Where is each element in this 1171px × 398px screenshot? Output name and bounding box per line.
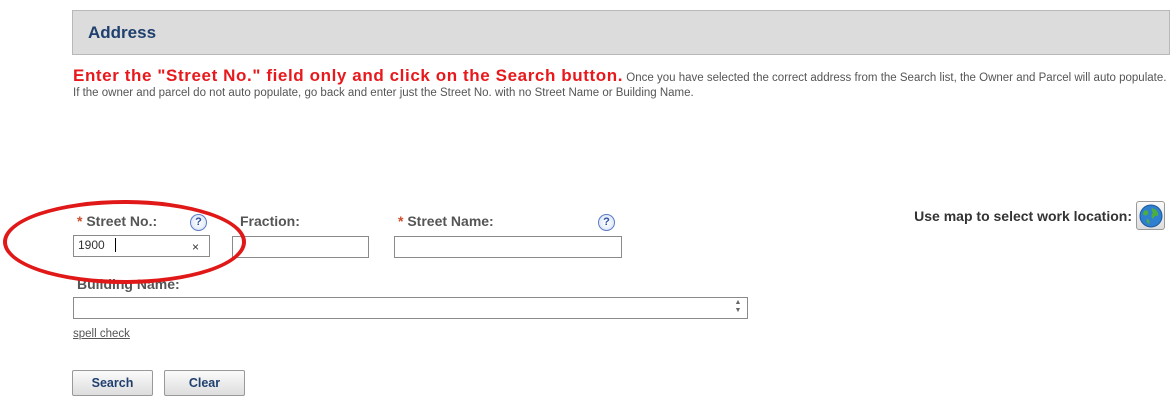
fraction-input[interactable] bbox=[232, 236, 369, 258]
clear-button[interactable]: Clear bbox=[164, 370, 245, 396]
map-select-row: Use map to select work location: bbox=[914, 201, 1165, 230]
instruction-warning: Enter the "Street No." field only and cl… bbox=[73, 66, 624, 85]
map-select-label: Use map to select work location: bbox=[914, 207, 1132, 224]
street-no-label-text: Street No.: bbox=[86, 213, 158, 229]
clear-input-icon[interactable]: × bbox=[192, 240, 199, 254]
street-name-label: * Street Name: bbox=[398, 213, 494, 229]
instructions: Enter the "Street No." field only and cl… bbox=[73, 66, 1168, 101]
address-section-header: Address bbox=[72, 10, 1170, 55]
street-name-help-icon[interactable]: ? bbox=[598, 214, 615, 231]
required-mark: * bbox=[398, 213, 404, 229]
building-name-label: Building Name: bbox=[77, 276, 180, 292]
building-name-input[interactable] bbox=[73, 297, 748, 319]
section-title: Address bbox=[88, 23, 157, 42]
street-no-value: 1900 bbox=[78, 238, 105, 252]
text-caret bbox=[115, 238, 116, 252]
fraction-label: Fraction: bbox=[240, 213, 300, 229]
spell-check-link[interactable]: spell check bbox=[73, 328, 130, 340]
street-name-input[interactable] bbox=[394, 236, 622, 258]
street-no-label: * Street No.: bbox=[77, 213, 157, 229]
map-button[interactable] bbox=[1136, 201, 1165, 230]
globe-icon bbox=[1139, 204, 1162, 227]
required-mark: * bbox=[77, 213, 83, 229]
street-name-label-text: Street Name: bbox=[407, 213, 494, 229]
search-button[interactable]: Search bbox=[72, 370, 153, 396]
street-no-help-icon[interactable]: ? bbox=[190, 214, 207, 231]
resize-spinner-icon[interactable]: ▲ ▼ bbox=[734, 299, 742, 315]
street-no-input[interactable]: 1900 bbox=[73, 235, 210, 257]
